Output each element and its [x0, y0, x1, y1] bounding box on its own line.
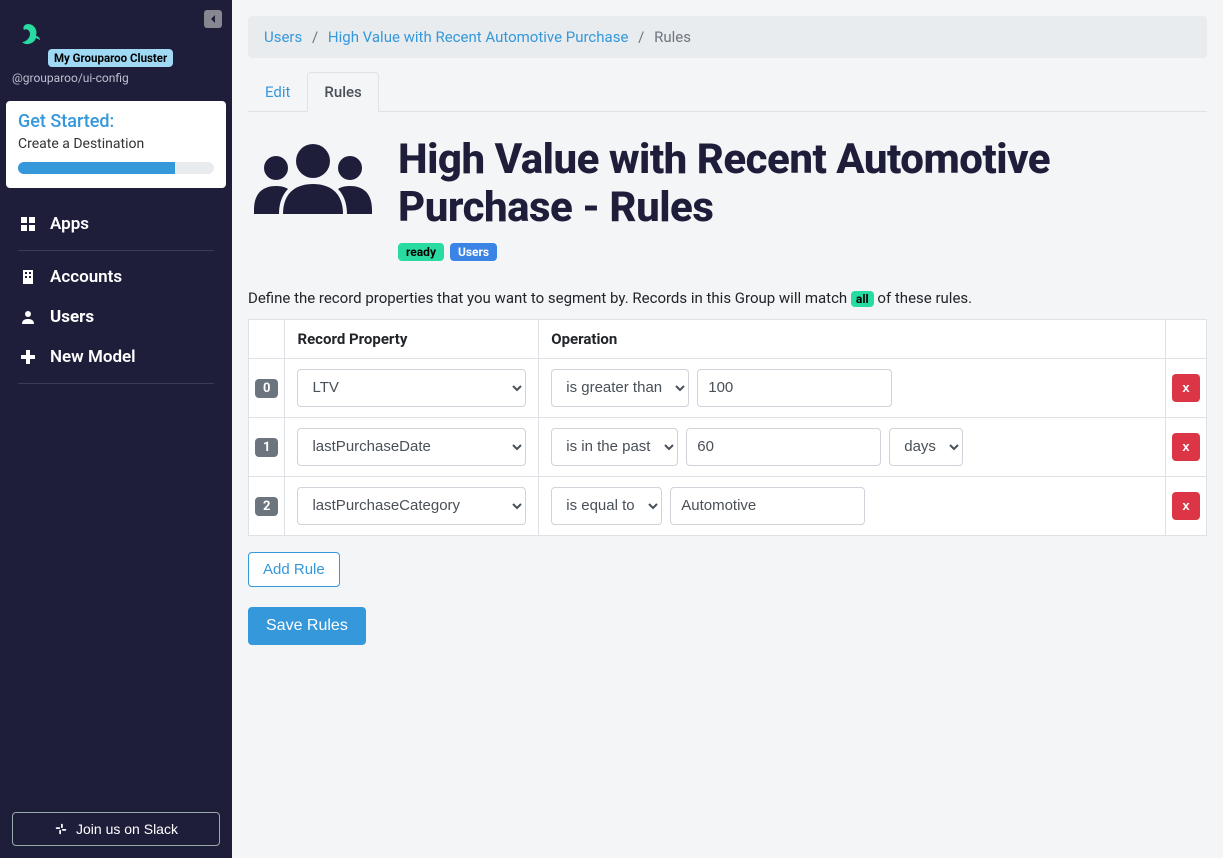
collapse-sidebar-button[interactable] — [204, 10, 222, 28]
delete-rule-button[interactable]: x — [1172, 492, 1200, 520]
grid-icon — [20, 216, 36, 232]
nav-divider — [18, 250, 214, 251]
row-index-badge: 1 — [255, 438, 278, 457]
sidebar-item-apps[interactable]: Apps — [0, 204, 232, 244]
add-rule-button[interactable]: Add Rule — [248, 552, 340, 587]
progress-fill — [18, 162, 175, 174]
group-icon — [248, 136, 378, 226]
save-rules-button[interactable]: Save Rules — [248, 607, 366, 645]
col-index — [249, 319, 285, 358]
cluster-name-badge[interactable]: My Grouparoo Cluster — [48, 49, 173, 67]
status-badges: ready Users — [398, 243, 1207, 261]
sidebar-item-label: New Model — [50, 347, 136, 367]
page-header-text: High Value with Recent Automotive Purcha… — [398, 136, 1207, 261]
delete-rule-button[interactable]: x — [1172, 433, 1200, 461]
sidebar: My Grouparoo Cluster @grouparoo/ui-confi… — [0, 0, 232, 858]
page-header: High Value with Recent Automotive Purcha… — [248, 136, 1207, 261]
slack-button[interactable]: Join us on Slack — [12, 812, 220, 846]
description-suffix: of these rules. — [874, 289, 972, 307]
model-badge[interactable]: Users — [450, 243, 497, 261]
operation-select[interactable]: is in the past — [551, 428, 678, 466]
building-icon — [20, 269, 36, 285]
unit-select[interactable]: days — [889, 428, 963, 466]
breadcrumb-current: Rules — [654, 28, 691, 46]
slack-icon — [54, 822, 68, 836]
delete-rule-button[interactable]: x — [1172, 374, 1200, 402]
col-operation: Operation — [539, 319, 1166, 358]
slack-button-label: Join us on Slack — [76, 821, 178, 837]
table-row: 2 lastPurchaseCategory is equal to x — [249, 476, 1207, 535]
value-input[interactable] — [697, 369, 892, 407]
cluster-package-label: @grouparoo/ui-config — [12, 71, 220, 85]
breadcrumb: Users / High Value with Recent Automotiv… — [248, 16, 1207, 58]
sidebar-nav: Apps Accounts Users New Model — [0, 198, 232, 396]
breadcrumb-separator: / — [312, 28, 318, 46]
get-started-title: Get Started: — [18, 111, 214, 132]
get-started-card[interactable]: Get Started: Create a Destination — [6, 101, 226, 188]
breadcrumb-separator: / — [638, 28, 644, 46]
value-input[interactable] — [670, 487, 865, 525]
property-select[interactable]: LTV — [297, 369, 526, 407]
nav-divider — [18, 383, 214, 384]
tabs: Edit Rules — [248, 72, 1207, 112]
row-index-badge: 2 — [255, 497, 278, 516]
tab-edit[interactable]: Edit — [248, 72, 307, 111]
value-input[interactable] — [686, 428, 881, 466]
sidebar-header: My Grouparoo Cluster @grouparoo/ui-confi… — [0, 0, 232, 89]
operation-select[interactable]: is equal to — [551, 487, 662, 525]
caret-left-icon — [209, 15, 217, 23]
sidebar-item-accounts[interactable]: Accounts — [0, 257, 232, 297]
logo-icon — [12, 20, 44, 52]
sidebar-item-label: Apps — [50, 214, 89, 234]
main-content: Users / High Value with Recent Automotiv… — [232, 0, 1223, 858]
plus-icon — [20, 349, 36, 365]
breadcrumb-link-group[interactable]: High Value with Recent Automotive Purcha… — [328, 28, 628, 46]
table-row: 1 lastPurchaseDate is in the past days x — [249, 417, 1207, 476]
sidebar-item-label: Users — [50, 307, 94, 327]
sidebar-footer: Join us on Slack — [0, 800, 232, 858]
get-started-subtitle: Create a Destination — [18, 136, 214, 152]
rules-table: Record Property Operation 0 LTV is great… — [248, 319, 1207, 536]
sidebar-item-new-model[interactable]: New Model — [0, 337, 232, 377]
col-actions — [1166, 319, 1207, 358]
row-index-badge: 0 — [255, 379, 278, 398]
tab-rules[interactable]: Rules — [307, 72, 378, 112]
breadcrumb-link-users[interactable]: Users — [264, 28, 302, 46]
col-property: Record Property — [285, 319, 539, 358]
property-select[interactable]: lastPurchaseCategory — [297, 487, 526, 525]
property-select[interactable]: lastPurchaseDate — [297, 428, 526, 466]
progress-bar — [18, 162, 214, 174]
sidebar-item-users[interactable]: Users — [0, 297, 232, 337]
page-title: High Value with Recent Automotive Purcha… — [398, 136, 1207, 233]
rules-description: Define the record properties that you wa… — [248, 289, 1207, 307]
status-badge: ready — [398, 243, 444, 261]
sidebar-item-label: Accounts — [50, 267, 122, 287]
match-type-badge: all — [851, 291, 874, 307]
description-prefix: Define the record properties that you wa… — [248, 289, 851, 307]
table-row: 0 LTV is greater than x — [249, 358, 1207, 417]
operation-select[interactable]: is greater than — [551, 369, 689, 407]
user-icon — [20, 309, 36, 325]
